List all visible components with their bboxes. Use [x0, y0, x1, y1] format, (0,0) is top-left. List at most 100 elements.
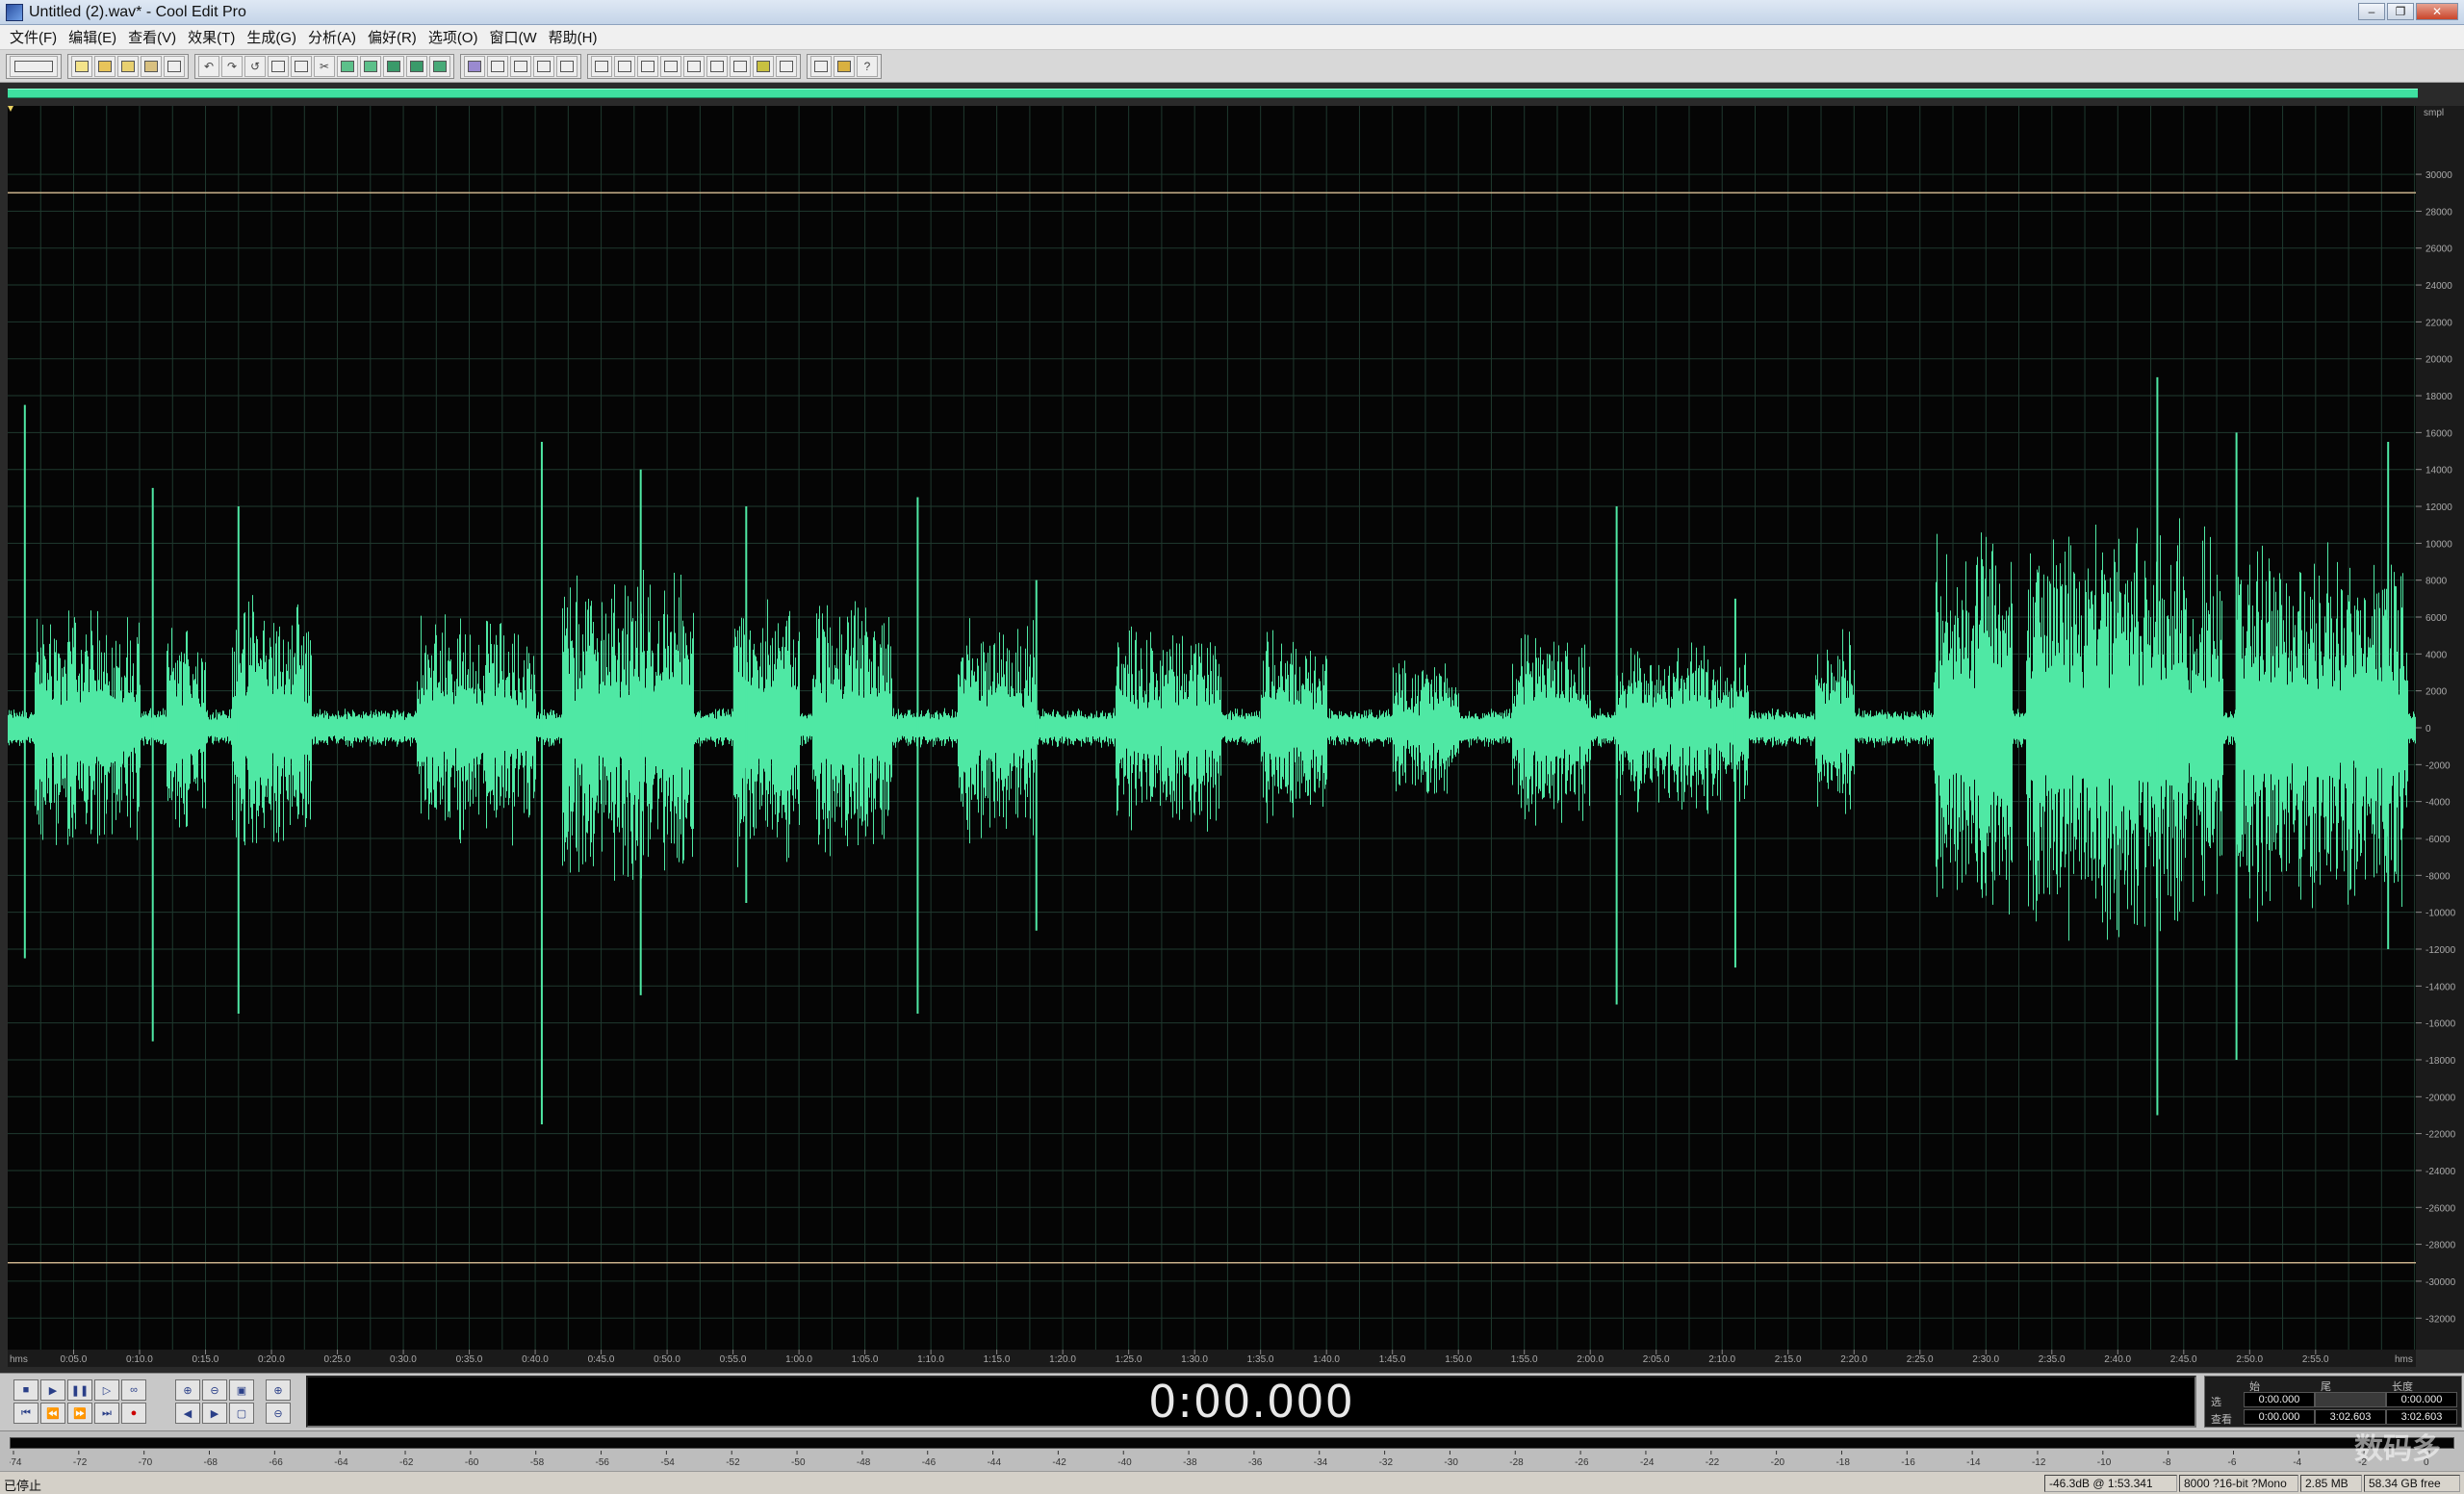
minimize-button[interactable]: – [2358, 3, 2385, 20]
selection-start-field[interactable]: 0:00.000 [2244, 1392, 2315, 1407]
toolbar-edit-group: ↶ ↷ ↺ ✂ [194, 53, 454, 79]
menu-bar: 文件(F) 编辑(E) 查看(V) 效果(T) 生成(G) 分析(A) 偏好(R… [0, 25, 2464, 50]
playback-state: 已停止 [4, 1479, 42, 1493]
view-end-field[interactable]: 3:02.603 [2315, 1409, 2386, 1425]
selection-end-field[interactable] [2315, 1392, 2386, 1407]
multitrack-toggle-button[interactable] [10, 55, 58, 77]
waveform-display[interactable]: 30000 28000 26000 24000 22000 20000 18000 16000… [0, 83, 2464, 1373]
save-file-icon[interactable] [117, 55, 139, 77]
spectral-view-icon[interactable] [487, 55, 508, 77]
envelope-icon[interactable] [464, 55, 485, 77]
menu-help[interactable]: 帮助(H) [543, 27, 603, 47]
menu-file[interactable]: 文件(F) [4, 27, 63, 47]
ratio-icon[interactable] [706, 55, 728, 77]
meter-tick-label: -48 [857, 1457, 871, 1468]
restore-button[interactable]: ❐ [2387, 3, 2414, 20]
time-icon[interactable] [683, 55, 705, 77]
copy-new-icon[interactable] [291, 55, 312, 77]
x-tick-label: 0:40.0 [522, 1354, 549, 1365]
zoom-in-icon[interactable]: ⊕ [175, 1379, 200, 1401]
help-icon[interactable]: ? [857, 55, 878, 77]
zoom-out-icon[interactable]: ⊖ [202, 1379, 227, 1401]
new-file-icon[interactable] [71, 55, 92, 77]
zoom-right-icon[interactable]: ▶ [202, 1403, 227, 1424]
meter-tick-label: -14 [1966, 1457, 1981, 1468]
color-icon[interactable] [753, 55, 774, 77]
status-size: 2.85 MB [2300, 1475, 2362, 1492]
menu-generate[interactable]: 生成(G) [241, 27, 302, 47]
x-tick-label: 2:45.0 [2170, 1354, 2197, 1365]
marker-icon[interactable] [556, 55, 578, 77]
selection-length-field[interactable]: 0:00.000 [2386, 1392, 2457, 1407]
meter-tick-label: -66 [269, 1457, 283, 1468]
menu-edit[interactable]: 编辑(E) [63, 27, 122, 47]
x-tick-label: 1:30.0 [1181, 1354, 1208, 1365]
redo-icon[interactable]: ↷ [221, 55, 243, 77]
x-tick-label: 1:20.0 [1049, 1354, 1076, 1365]
x-tick-label: 2:15.0 [1775, 1354, 1802, 1365]
vertical-zoom-out-icon[interactable]: ⊖ [266, 1403, 291, 1424]
cue-icon[interactable] [660, 55, 681, 77]
undo-icon[interactable]: ↶ [198, 55, 219, 77]
grid-icon[interactable] [730, 55, 751, 77]
rewind-button[interactable]: ⏪ [40, 1403, 65, 1424]
view-length-field[interactable]: 3:02.603 [2386, 1409, 2457, 1425]
paste-new-icon[interactable] [360, 55, 381, 77]
meter-tick-label: -26 [1575, 1457, 1589, 1468]
selection-view-panel: 始 尾 长度 选 查看 0:00.000 0:00.000 0:00.000 3… [2204, 1376, 2462, 1428]
toolbar-select-group [460, 53, 581, 79]
trim-icon[interactable] [406, 55, 427, 77]
stop-button[interactable]: ■ [13, 1379, 38, 1401]
zero-cross-icon[interactable] [510, 55, 531, 77]
panel-icon[interactable] [776, 55, 797, 77]
menu-analyze[interactable]: 分析(A) [302, 27, 362, 47]
meter-tick-label: -46 [922, 1457, 937, 1468]
mix-icon[interactable] [429, 55, 450, 77]
meter-tick-label: -42 [1052, 1457, 1066, 1468]
close-button[interactable]: ✕ [2416, 3, 2458, 20]
settings-icon[interactable] [834, 55, 855, 77]
menu-window[interactable]: 窗口(W [483, 27, 542, 47]
y-tick-label: 16000 [2426, 428, 2452, 439]
meter-tick-label: -4 [2293, 1457, 2301, 1468]
x-tick-label: 0:55.0 [720, 1354, 747, 1365]
zoom-left-icon[interactable]: ◀ [175, 1403, 200, 1424]
toolbar-file-group [67, 53, 189, 79]
play-to-end-button[interactable]: ▷ [94, 1379, 119, 1401]
spectral-display-icon[interactable] [614, 55, 635, 77]
window-controls: – ❐ ✕ [2358, 3, 2458, 20]
y-tick-label: -8000 [2426, 871, 2451, 882]
zoom-full-icon[interactable]: ▣ [229, 1379, 254, 1401]
properties-icon[interactable] [810, 55, 832, 77]
go-to-end-button[interactable]: ⏭ [94, 1403, 119, 1424]
vertical-zoom-in-icon[interactable]: ⊕ [266, 1379, 291, 1401]
save-as-icon[interactable] [141, 55, 162, 77]
menu-effects[interactable]: 效果(T) [182, 27, 241, 47]
play-button[interactable]: ▶ [40, 1379, 65, 1401]
list-icon[interactable] [637, 55, 658, 77]
record-button[interactable]: ● [121, 1403, 146, 1424]
mix-paste-icon[interactable] [383, 55, 404, 77]
snap-icon[interactable] [533, 55, 554, 77]
y-tick-label: -14000 [2426, 982, 2456, 992]
cut-icon[interactable]: ✂ [314, 55, 335, 77]
x-tick-label: 1:55.0 [1511, 1354, 1538, 1365]
menu-view[interactable]: 查看(V) [122, 27, 182, 47]
zoom-selection-icon[interactable]: ▢ [229, 1403, 254, 1424]
copy-icon[interactable] [268, 55, 289, 77]
fast-forward-button[interactable]: ⏩ [67, 1403, 92, 1424]
menu-options[interactable]: 选项(O) [423, 27, 484, 47]
waveform-view-icon[interactable] [591, 55, 612, 77]
open-file-icon[interactable] [94, 55, 116, 77]
y-tick-label: -32000 [2426, 1314, 2456, 1325]
pause-button[interactable]: ❚❚ [67, 1379, 92, 1401]
loop-button[interactable]: ∞ [121, 1379, 146, 1401]
close-file-icon[interactable] [164, 55, 185, 77]
title-bar: Untitled (2).wav* - Cool Edit Pro – ❐ ✕ [0, 0, 2464, 25]
waveform-canvas[interactable]: 3000028000260002400022000200001800016000… [0, 83, 2464, 1373]
repeat-icon[interactable]: ↺ [244, 55, 266, 77]
paste-icon[interactable] [337, 55, 358, 77]
go-to-start-button[interactable]: ⏮ [13, 1403, 38, 1424]
menu-favorites[interactable]: 偏好(R) [362, 27, 423, 47]
view-start-field[interactable]: 0:00.000 [2244, 1409, 2315, 1425]
